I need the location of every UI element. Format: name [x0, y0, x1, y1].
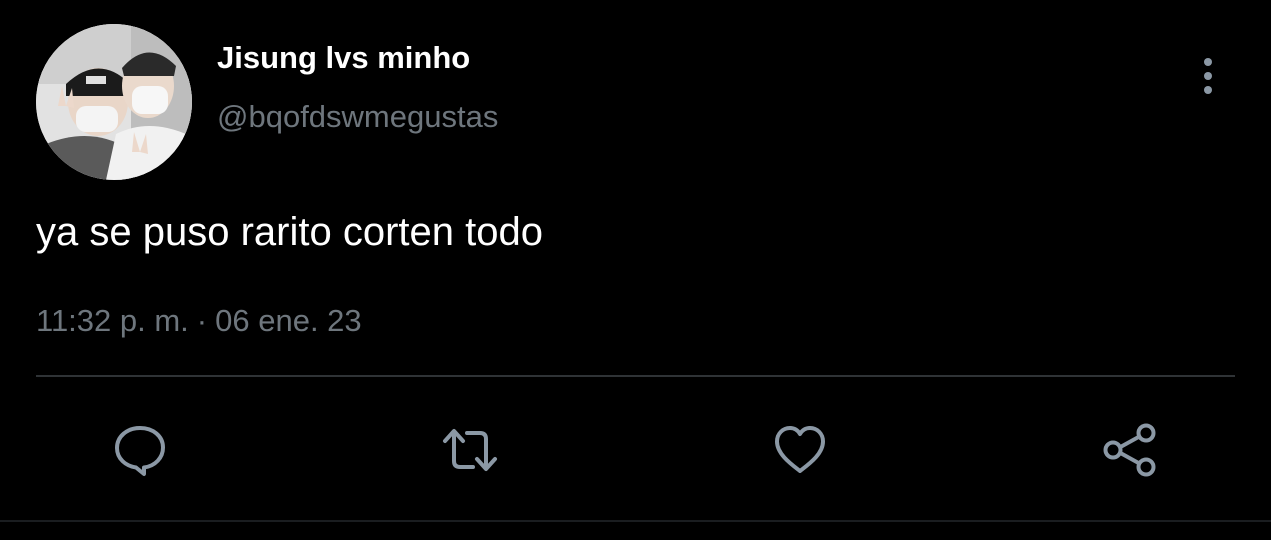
- author-display-name[interactable]: Jisung lvs minho: [217, 40, 470, 76]
- like-button[interactable]: [770, 420, 830, 480]
- tweet-timestamp[interactable]: 11:32 p. m. · 06 ene. 23: [36, 301, 362, 341]
- vertical-ellipsis-icon: [1190, 54, 1226, 98]
- tweet-date: 06 ene. 23: [215, 303, 362, 338]
- bottom-divider: [0, 520, 1271, 522]
- retweet-arrows-icon: [439, 421, 501, 479]
- avatar[interactable]: [36, 24, 192, 180]
- avatar-photo: [36, 24, 192, 180]
- more-options-button[interactable]: [1190, 54, 1226, 98]
- tweet-text: ya se puso rarito corten todo: [36, 210, 543, 254]
- share-nodes-icon: [1099, 421, 1161, 479]
- speech-bubble-icon: [111, 421, 169, 479]
- author-handle[interactable]: @bqofdswmegustas: [217, 99, 498, 135]
- heart-icon: [771, 421, 829, 479]
- retweet-button[interactable]: [440, 420, 500, 480]
- tweet-detail: Jisung lvs minho @bqofdswmegustas ya se …: [0, 0, 1271, 540]
- tweet-time: 11:32 p. m.: [36, 303, 189, 338]
- share-button[interactable]: [1100, 420, 1160, 480]
- divider: [36, 375, 1235, 377]
- reply-button[interactable]: [110, 420, 170, 480]
- timestamp-separator: ·: [196, 303, 208, 338]
